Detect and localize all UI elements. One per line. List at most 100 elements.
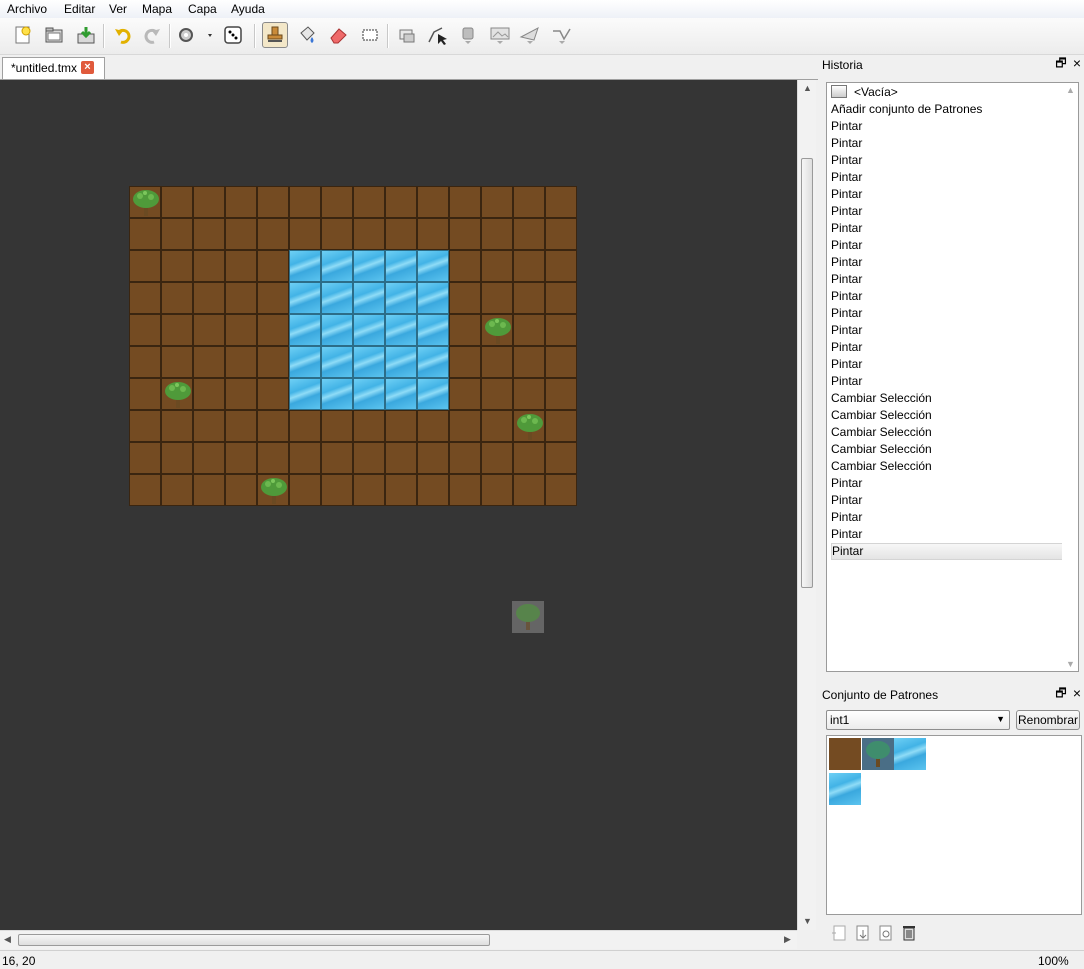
dirt-tile[interactable] [545,474,577,506]
vertical-scrollbar[interactable]: ▲ ▼ [797,80,816,930]
water-tile[interactable] [321,282,353,314]
history-item[interactable]: Cambiar Selección [831,441,1063,458]
save-icon[interactable] [73,22,99,48]
dirt-tile[interactable] [513,410,545,442]
dirt-tile[interactable] [257,250,289,282]
scroll-up-icon[interactable]: ▲ [803,83,812,93]
dirt-tile[interactable] [161,378,193,410]
dirt-tile[interactable] [129,314,161,346]
water-tile[interactable] [385,282,417,314]
dirt-tile[interactable] [449,410,481,442]
dirt-tile[interactable] [353,218,385,250]
dirt-tile[interactable] [193,378,225,410]
history-item[interactable]: Pintar [831,186,1063,203]
dirt-tile[interactable] [449,250,481,282]
dirt-tile[interactable] [449,218,481,250]
dirt-tile[interactable] [449,442,481,474]
insert-polygon-icon[interactable] [517,22,543,48]
menu-archivo[interactable]: Archivo [5,2,49,16]
water-tile[interactable] [385,250,417,282]
dock-float-icon[interactable]: 🗗 [1054,56,1068,70]
dirt-tile[interactable] [289,186,321,218]
dirt-tile[interactable] [321,218,353,250]
dirt-tile[interactable] [545,282,577,314]
dirt-tile[interactable] [385,442,417,474]
dirt-tile[interactable] [225,314,257,346]
new-file-icon[interactable] [10,22,36,48]
dirt-tile[interactable] [449,378,481,410]
dirt-tile[interactable] [481,218,513,250]
dirt-tile[interactable] [481,378,513,410]
dirt-tile[interactable] [417,474,449,506]
dirt-tile[interactable] [417,186,449,218]
dirt-tile[interactable] [449,474,481,506]
dirt-tile[interactable] [225,410,257,442]
dock-close-icon[interactable]: × [1070,56,1084,70]
tileset-select[interactable]: int1 ▼ [826,710,1010,730]
dirt-tile[interactable] [129,186,161,218]
water-tile[interactable] [417,250,449,282]
dirt-tile[interactable] [481,442,513,474]
dirt-tile[interactable] [481,186,513,218]
dirt-tile[interactable] [193,474,225,506]
dirt-tile[interactable] [321,410,353,442]
history-item[interactable]: Pintar [831,526,1063,543]
menu-ver[interactable]: Ver [107,2,129,16]
bucket-fill-icon[interactable] [294,22,320,48]
rename-button[interactable]: Renombrar [1016,710,1080,730]
dirt-tile[interactable] [257,218,289,250]
dirt-tile[interactable] [193,346,225,378]
dirt-tile[interactable] [161,346,193,378]
dirt-tile[interactable] [129,442,161,474]
dirt-tile[interactable] [193,250,225,282]
horizontal-scroll-thumb[interactable] [18,934,490,946]
dirt-tile[interactable] [161,218,193,250]
history-item[interactable]: Pintar [831,271,1063,288]
dirt-tile[interactable] [129,218,161,250]
dirt-tile[interactable] [513,282,545,314]
water-tile[interactable] [385,314,417,346]
undo-icon[interactable] [110,22,136,48]
edit-polygons-icon[interactable] [424,22,450,48]
delete-tileset-icon[interactable] [900,924,918,945]
dirt-tile[interactable] [417,410,449,442]
menu-mapa[interactable]: Mapa [140,2,174,16]
dirt-tile[interactable] [257,282,289,314]
dirt-tile[interactable] [289,218,321,250]
history-item[interactable]: Pintar [831,509,1063,526]
menu-capa[interactable]: Capa [186,2,219,16]
dirt-tile[interactable] [545,186,577,218]
history-item[interactable]: Cambiar Selección [831,390,1063,407]
dirt-tile[interactable] [225,442,257,474]
dirt-tile[interactable] [129,346,161,378]
dirt-tile[interactable] [449,282,481,314]
dock-close-icon[interactable]: × [1070,686,1084,700]
history-item[interactable]: Pintar [831,305,1063,322]
dirt-tile[interactable] [289,410,321,442]
water-tile[interactable] [321,250,353,282]
dirt-tile[interactable] [161,282,193,314]
dirt-tile[interactable] [161,442,193,474]
dirt-tile[interactable] [481,250,513,282]
select-objects-icon[interactable] [394,22,420,48]
vertical-scroll-thumb[interactable] [801,158,813,588]
dirt-tile[interactable] [225,250,257,282]
eraser-icon[interactable] [325,22,351,48]
dirt-tile[interactable] [417,442,449,474]
scroll-down-icon[interactable]: ▼ [803,916,812,926]
dirt-tile[interactable] [385,186,417,218]
water-tile[interactable] [321,346,353,378]
dirt-tile[interactable] [193,218,225,250]
dirt-tile[interactable] [353,410,385,442]
dirt-tile[interactable] [257,474,289,506]
history-item[interactable]: Añadir conjunto de Patrones [831,101,1063,118]
water-tile[interactable] [353,282,385,314]
menu-ayuda[interactable]: Ayuda [229,2,267,16]
water-tile[interactable] [289,282,321,314]
dirt-tile[interactable] [449,186,481,218]
history-item[interactable]: Cambiar Selección [831,458,1063,475]
history-item[interactable]: Pintar [831,220,1063,237]
history-item[interactable]: <Vacía> [831,84,1063,101]
dirt-tile[interactable] [289,474,321,506]
history-item[interactable]: Pintar [831,356,1063,373]
